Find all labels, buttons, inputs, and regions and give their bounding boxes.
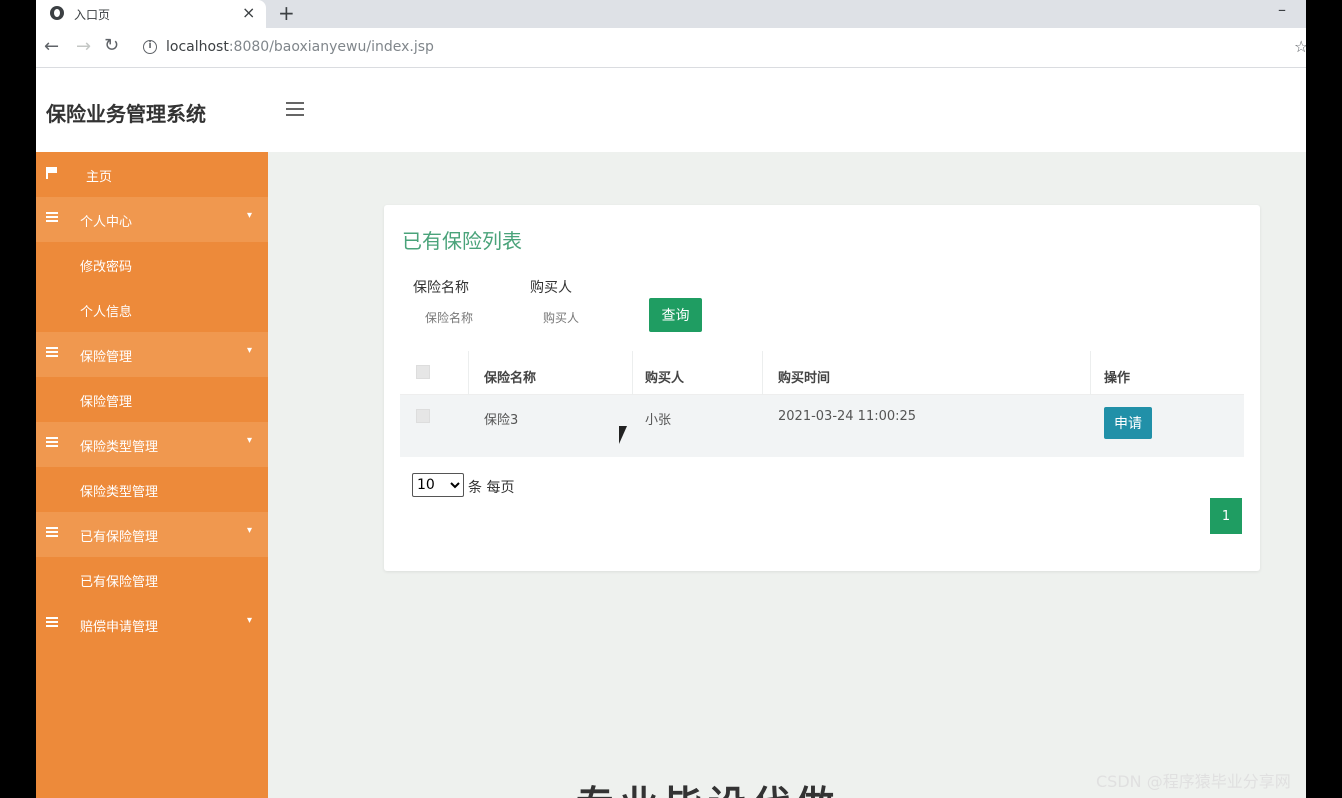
back-arrow-icon[interactable]: ← xyxy=(44,36,59,57)
apply-button[interactable]: 申请 xyxy=(1104,407,1152,439)
sidebar-item-label: 个人信息 xyxy=(80,305,133,320)
chevron-down-icon: ▾ xyxy=(247,525,253,536)
hamburger-line xyxy=(286,108,304,110)
name-filter-label: 保险名称 xyxy=(413,280,469,296)
sidebar-item-label: 已有保险管理 xyxy=(80,575,159,590)
sidebar-item-insurance-type[interactable]: 保险类型管理 ▾ xyxy=(36,422,268,467)
minimize-button[interactable]: – xyxy=(1278,0,1286,19)
sidebar-item-insurance-type-sub[interactable]: 保险类型管理 xyxy=(36,467,268,512)
browser-tab[interactable]: 入口页 × xyxy=(36,0,266,28)
column-header: 购买时间 xyxy=(778,371,831,386)
sidebar-item-label: 个人中心 xyxy=(80,215,133,230)
url-path: :8080/baoxianyewu/index.jsp xyxy=(228,39,434,55)
app-title: 保险业务管理系统 xyxy=(46,102,206,126)
sidebar-item-label: 保险类型管理 xyxy=(80,485,159,500)
purchase-time-cell: 2021-03-24 11:00:25 xyxy=(778,409,917,424)
url-host: localhost xyxy=(166,39,229,55)
column-header: 保险名称 xyxy=(484,371,537,386)
list-icon xyxy=(46,347,58,359)
browser-window: 入口页 × + – ← → ↻ i localhost:8080/baoxian… xyxy=(36,0,1306,798)
page-size-select[interactable]: 10 xyxy=(412,473,464,497)
app-header: 保险业务管理系统 xyxy=(36,68,1306,152)
list-icon xyxy=(46,617,58,629)
url-field[interactable]: localhost:8080/baoxianyewu/index.jsp xyxy=(166,39,434,55)
sidebar-item-personal-info[interactable]: 个人信息 xyxy=(36,287,268,332)
name-filter-input[interactable] xyxy=(415,305,525,331)
chevron-down-icon: ▾ xyxy=(247,615,253,626)
sidebar-item-owned-insurance[interactable]: 已有保险管理 ▾ xyxy=(36,512,268,557)
sidebar-item-label: 保险管理 xyxy=(80,350,133,365)
select-all-checkbox[interactable] xyxy=(416,365,430,379)
hamburger-line xyxy=(286,114,304,116)
list-icon xyxy=(46,437,58,449)
sidebar-item-owned-insurance-sub[interactable]: 已有保险管理 xyxy=(36,557,268,602)
tab-title: 入口页 xyxy=(74,8,111,22)
buyer-filter-input[interactable] xyxy=(533,305,643,331)
row-checkbox[interactable] xyxy=(416,409,430,423)
sidebar-item-claim-mgmt[interactable]: 赔偿申请管理 ▾ xyxy=(36,602,268,647)
flag-icon xyxy=(46,167,58,179)
page-size-label: 条 每页 xyxy=(468,480,515,496)
sidebar-item-label: 保险管理 xyxy=(80,395,133,410)
mouse-cursor-icon xyxy=(619,426,627,444)
tab-bar: 入口页 × + – xyxy=(36,0,1306,28)
bottom-banner-text: 专业毕设代做 xyxy=(576,774,840,798)
sidebar-item-label: 修改密码 xyxy=(80,260,133,275)
sidebar-item-change-password[interactable]: 修改密码 xyxy=(36,242,268,287)
sidebar-item-insurance-mgmt[interactable]: 保险管理 ▾ xyxy=(36,332,268,377)
sidebar: 主页 个人中心 ▾ 修改密码 个人信息 保险管理 ▾ 保险管理 保险类型管理 ▾… xyxy=(36,152,268,798)
buyer-filter-label: 购买人 xyxy=(530,280,572,296)
address-bar: ← → ↻ i localhost:8080/baoxianyewu/index… xyxy=(36,28,1306,68)
column-header: 购买人 xyxy=(645,371,685,386)
new-tab-button[interactable]: + xyxy=(278,1,295,25)
sidebar-item-label: 已有保险管理 xyxy=(80,530,159,545)
screen-border xyxy=(1306,0,1342,798)
hamburger-icon[interactable] xyxy=(286,102,304,116)
chevron-down-icon: ▾ xyxy=(247,345,253,356)
buyer-cell: 小张 xyxy=(645,413,672,428)
page-button-current[interactable]: 1 xyxy=(1210,498,1242,534)
watermark: CSDN @程序猿毕业分享网 xyxy=(1096,772,1291,791)
list-icon xyxy=(46,212,58,224)
info-icon[interactable]: i xyxy=(143,40,157,54)
sidebar-item-label: 主页 xyxy=(86,170,113,185)
search-button[interactable]: 查询 xyxy=(649,298,702,332)
chevron-down-icon: ▾ xyxy=(247,435,253,446)
sidebar-item-insurance-mgmt-sub[interactable]: 保险管理 xyxy=(36,377,268,422)
column-header: 操作 xyxy=(1104,371,1131,386)
close-icon[interactable]: × xyxy=(242,3,255,22)
table-header: 保险名称 购买人 购买时间 操作 xyxy=(400,351,1244,395)
sidebar-item-label: 保险类型管理 xyxy=(80,440,159,455)
forward-arrow-icon[interactable]: → xyxy=(76,36,91,57)
globe-icon xyxy=(50,6,64,20)
insurance-name-cell: 保险3 xyxy=(484,413,519,428)
sidebar-item-home[interactable]: 主页 xyxy=(36,152,268,197)
sidebar-item-label: 赔偿申请管理 xyxy=(80,620,159,635)
hamburger-line xyxy=(286,102,304,104)
insurance-list-card: 已有保险列表 保险名称 购买人 查询 保险名称 购买人 购买时间 操作 保险3 … xyxy=(384,205,1260,571)
chevron-down-icon: ▾ xyxy=(247,210,253,221)
page-title: 已有保险列表 xyxy=(402,229,522,253)
sidebar-item-personal-center[interactable]: 个人中心 ▾ xyxy=(36,197,268,242)
star-icon[interactable]: ☆ xyxy=(1294,37,1306,56)
list-icon xyxy=(46,527,58,539)
reload-icon[interactable]: ↻ xyxy=(104,35,119,56)
